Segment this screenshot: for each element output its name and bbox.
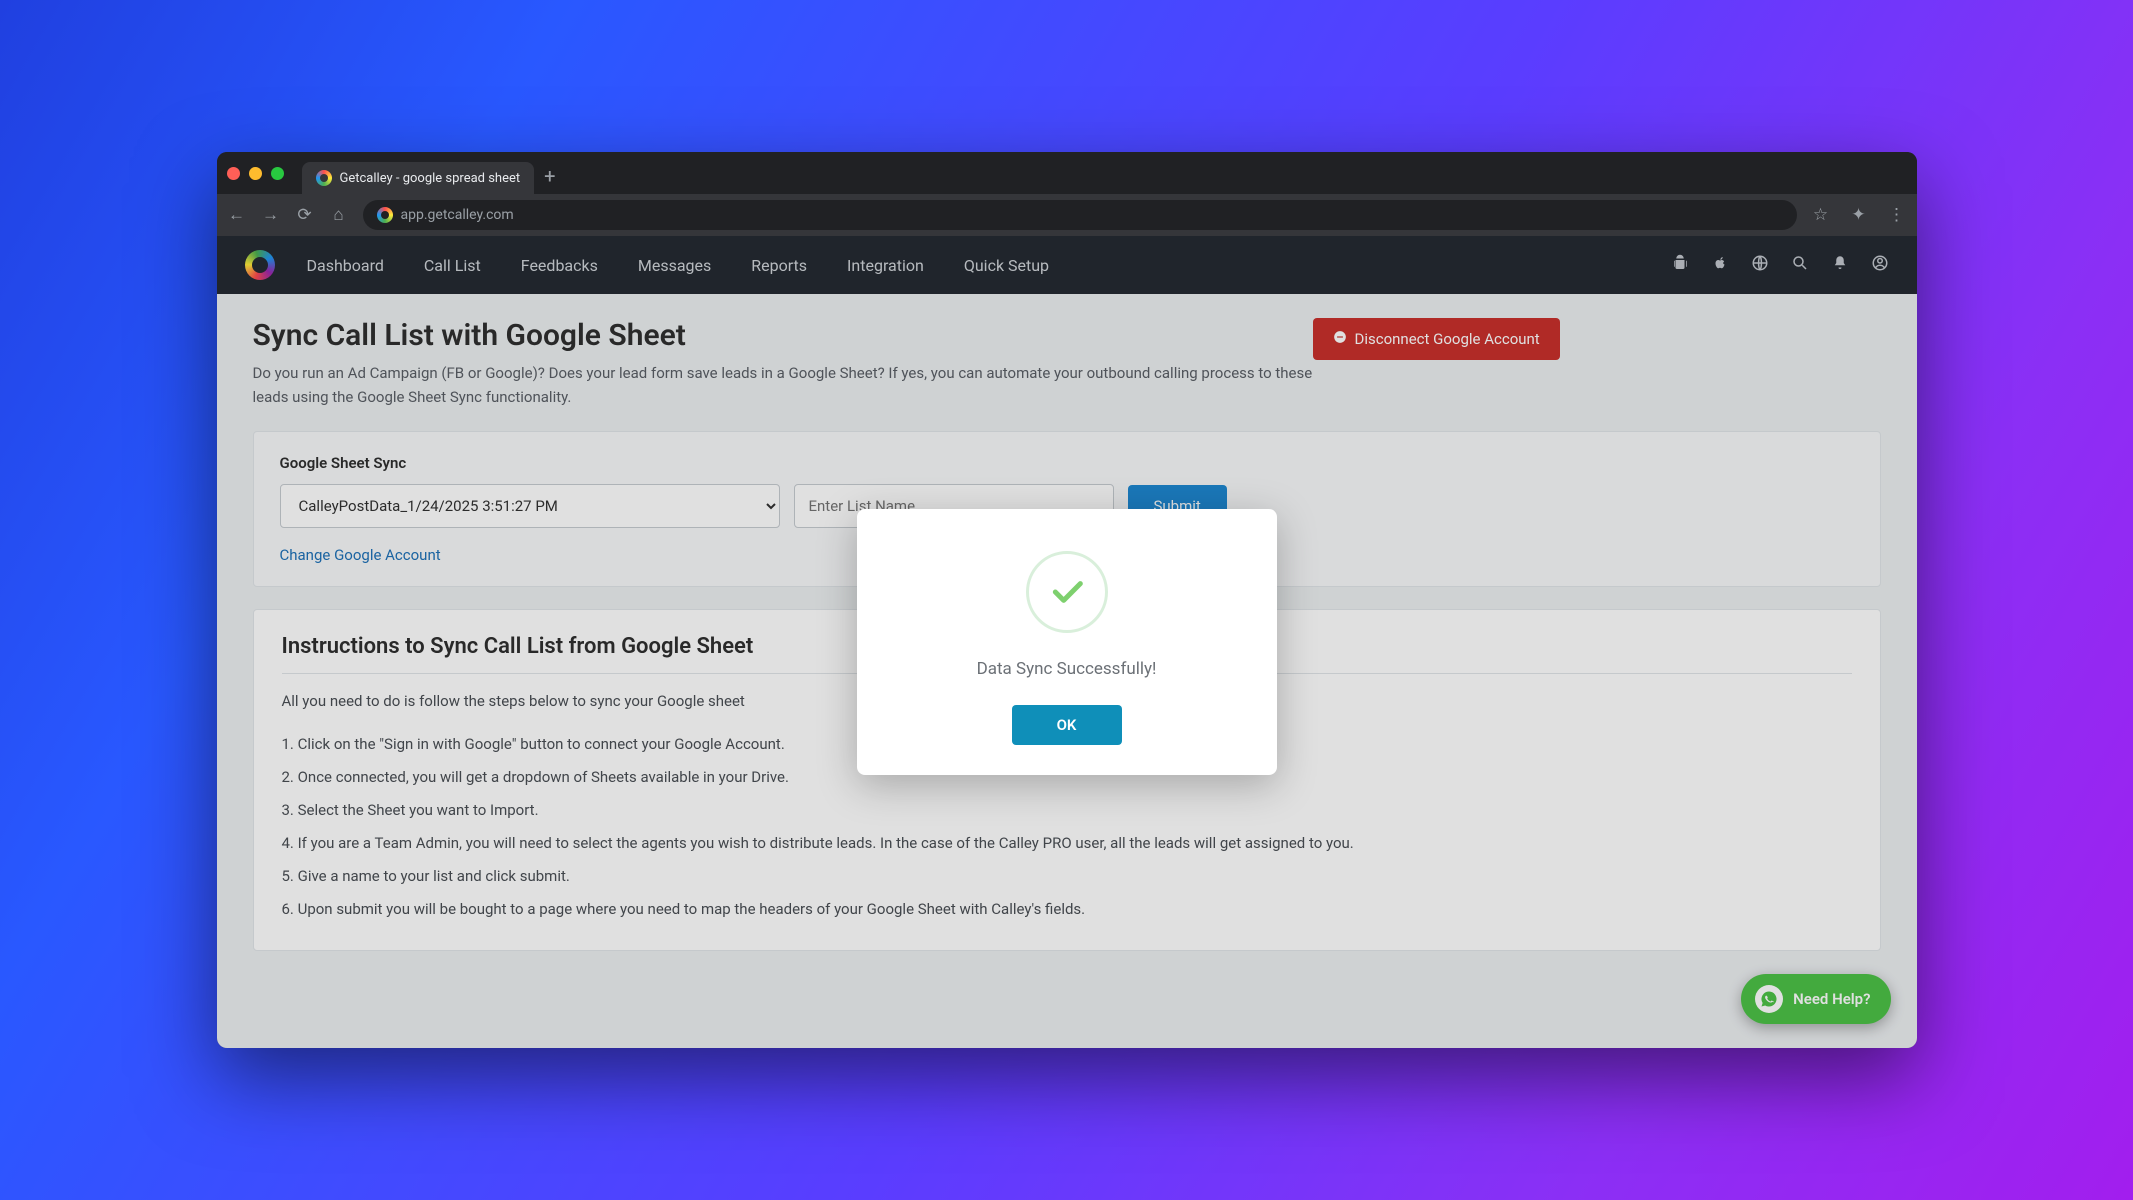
- bookmark-star-icon[interactable]: ☆: [1811, 205, 1831, 225]
- home-button[interactable]: ⌂: [329, 205, 349, 225]
- maximize-window-button[interactable]: [271, 167, 284, 180]
- modal-message: Data Sync Successfully!: [887, 659, 1247, 679]
- close-window-button[interactable]: [227, 167, 240, 180]
- extensions-icon[interactable]: ✦: [1849, 205, 1869, 225]
- success-check-icon: [1026, 551, 1108, 633]
- browser-window: Getcalley - google spread sheet + ← → ⟳ …: [217, 152, 1917, 1048]
- url-field[interactable]: app.getcalley.com: [363, 200, 1797, 230]
- window-controls: [227, 167, 284, 180]
- app-viewport: Dashboard Call List Feedbacks Messages R…: [217, 236, 1917, 1048]
- browser-address-bar: ← → ⟳ ⌂ app.getcalley.com ☆ ✦ ⋮: [217, 194, 1917, 236]
- browser-tab[interactable]: Getcalley - google spread sheet: [302, 162, 535, 194]
- browser-tab-bar: Getcalley - google spread sheet +: [217, 152, 1917, 194]
- tab-favicon-icon: [316, 170, 332, 186]
- tab-title: Getcalley - google spread sheet: [340, 171, 521, 186]
- url-text: app.getcalley.com: [401, 207, 514, 223]
- browser-menu-icon[interactable]: ⋮: [1887, 205, 1907, 225]
- new-tab-button[interactable]: +: [544, 164, 555, 188]
- modal-overlay[interactable]: Data Sync Successfully! OK: [217, 236, 1917, 1048]
- minimize-window-button[interactable]: [249, 167, 262, 180]
- site-favicon-icon: [377, 207, 393, 223]
- success-modal: Data Sync Successfully! OK: [857, 509, 1277, 775]
- modal-ok-button[interactable]: OK: [1012, 705, 1122, 745]
- reload-button[interactable]: ⟳: [295, 205, 315, 225]
- forward-button[interactable]: →: [261, 205, 281, 225]
- back-button[interactable]: ←: [227, 205, 247, 225]
